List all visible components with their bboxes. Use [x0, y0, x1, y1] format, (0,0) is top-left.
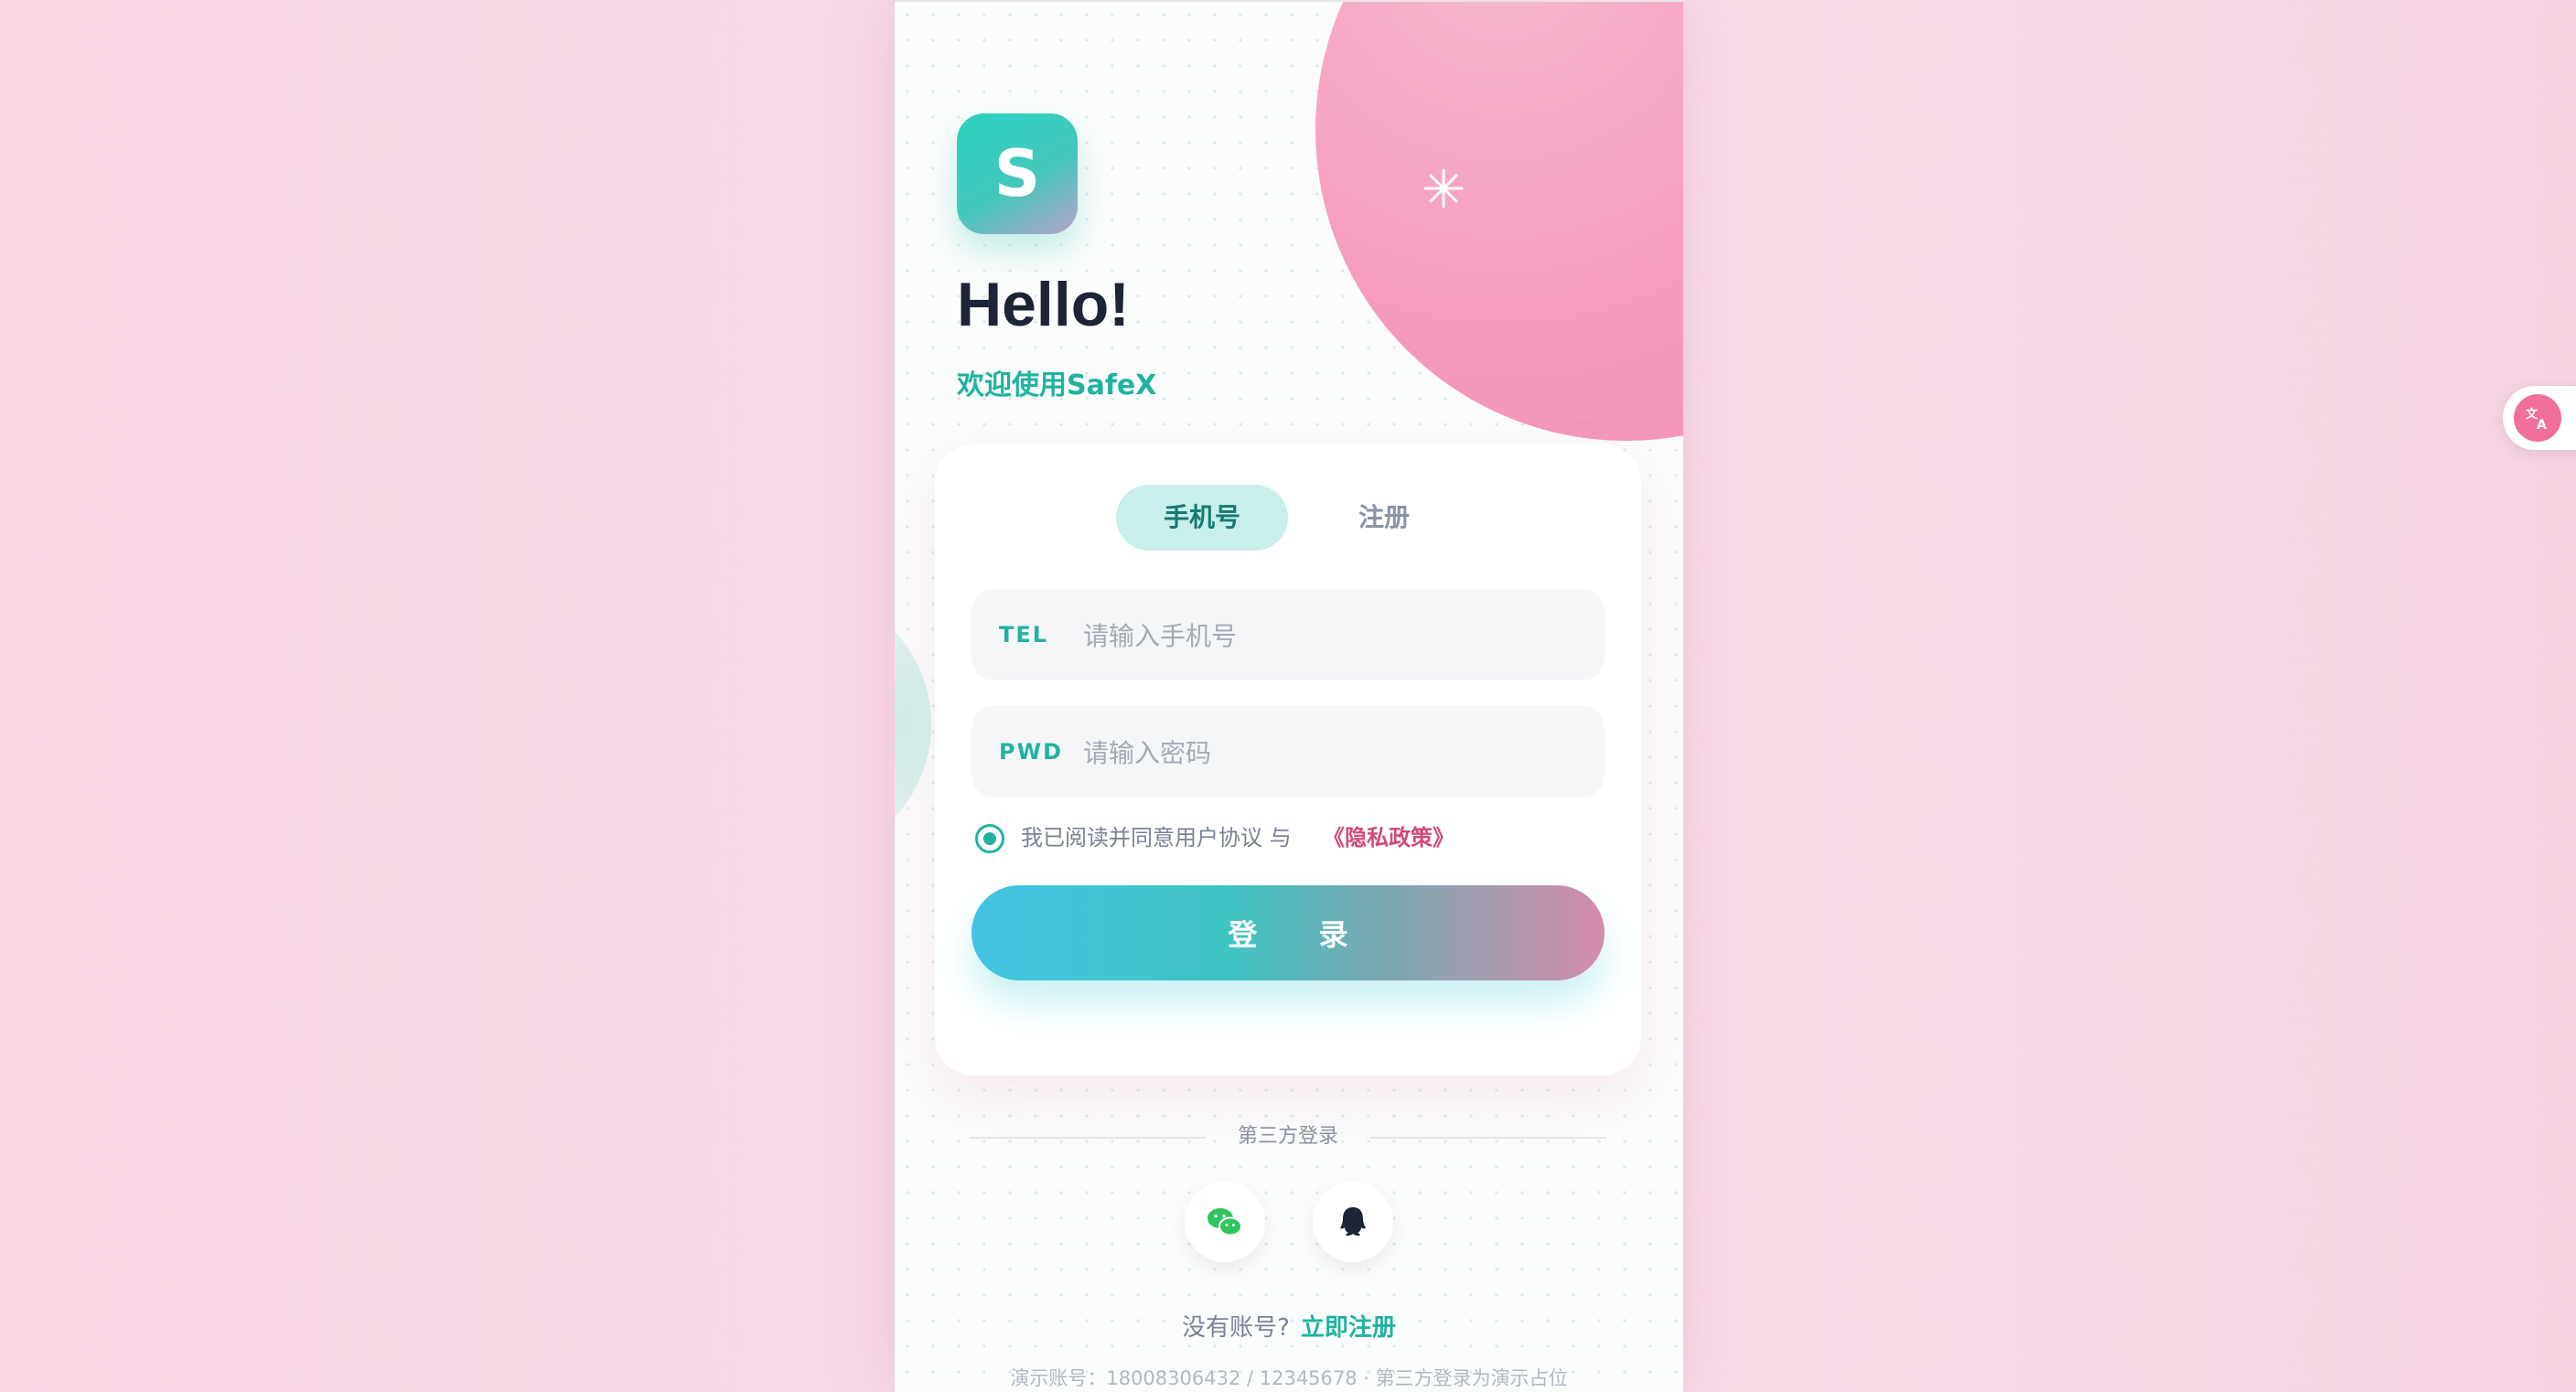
password-input[interactable]: [1081, 706, 1579, 799]
qq-icon: [1340, 1207, 1366, 1236]
signup-question: 没有账号?: [1182, 1314, 1290, 1342]
greeting-title: Hello!: [957, 270, 1130, 339]
sparkle-icon: [1423, 168, 1464, 209]
password-field-label: PWD: [999, 739, 1063, 765]
password-field: PWD: [971, 706, 1605, 799]
qq-login-button[interactable]: [1313, 1182, 1393, 1262]
login-screen: S Hello! 欢迎使用SafeX 手机号 注册 TEL PWD 我已阅读并同…: [895, 0, 1683, 1392]
translate-widget[interactable]: 文 A: [2503, 386, 2576, 450]
wechat-login-button[interactable]: [1185, 1182, 1265, 1262]
privacy-policy-link[interactable]: 《隐私政策》: [1323, 821, 1454, 854]
phone-field-label: TEL: [999, 622, 1049, 648]
signup-row: 没有账号? 立即注册: [895, 1310, 1683, 1346]
app-logo: S: [957, 113, 1078, 234]
phone-input[interactable]: [1081, 589, 1579, 682]
svg-text:A: A: [2537, 418, 2547, 433]
third-party-divider: 第三方登录: [970, 1123, 1606, 1151]
decor-teal-blob: [895, 587, 931, 862]
phone-field: TEL: [971, 589, 1605, 682]
auth-tabs: 手机号 注册: [1116, 485, 1464, 551]
divider-line-right: [1370, 1137, 1606, 1139]
demo-account-note: 演示账号：18008306432 / 12345678 · 第三方登录为演示占位: [1010, 1367, 1568, 1389]
login-button[interactable]: 登 录: [971, 885, 1605, 980]
agreement-text: 我已阅读并同意用户协议 与: [1021, 825, 1292, 851]
decor-pink-blob: [1315, 2, 1683, 441]
translate-icon: 文 A: [2526, 407, 2547, 433]
agreement-row: 我已阅读并同意用户协议 与 《隐私政策》: [975, 821, 1615, 854]
tab-register[interactable]: 注册: [1304, 485, 1464, 551]
translate-badge: 文 A: [2514, 394, 2561, 442]
agreement-radio[interactable]: [975, 824, 1004, 853]
tab-phone[interactable]: 手机号: [1116, 485, 1288, 551]
signup-link[interactable]: 立即注册: [1301, 1314, 1396, 1342]
wechat-icon: [1208, 1208, 1242, 1237]
login-card: 手机号 注册 TEL PWD 我已阅读并同意用户协议 与 《隐私政策》 登 录: [935, 444, 1641, 1076]
welcome-subtitle: 欢迎使用SafeX: [957, 369, 1157, 402]
